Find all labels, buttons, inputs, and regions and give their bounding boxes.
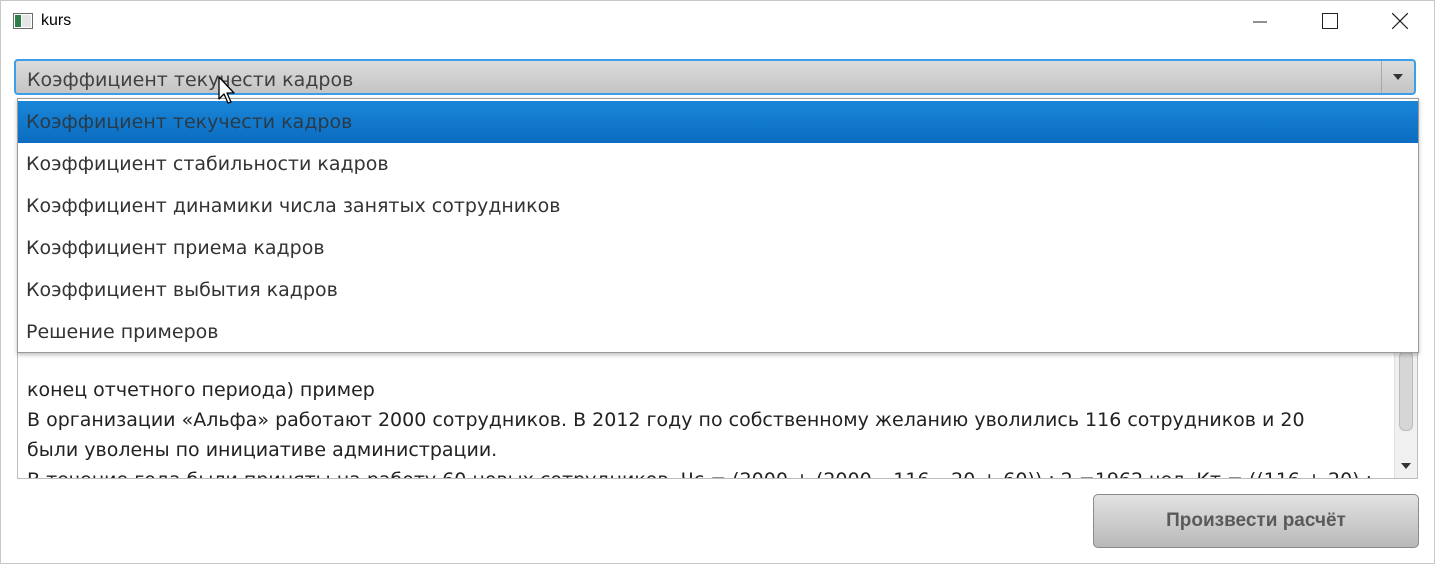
vertical-scrollbar[interactable] <box>1394 341 1417 478</box>
mouse-cursor-icon <box>218 76 238 110</box>
scroll-down-icon[interactable] <box>1401 454 1411 473</box>
dropdown-option[interactable]: Коэффициент стабильности кадров <box>18 143 1418 185</box>
app-icon <box>13 13 33 29</box>
maximize-icon <box>1322 13 1338 33</box>
combobox-selected-value: Коэффициент текучести кадров <box>27 69 354 91</box>
dropdown-option[interactable]: Коэффициент приема кадров <box>18 227 1418 269</box>
dropdown-option[interactable]: Коэффициент динамики числа занятых сотру… <box>18 185 1418 227</box>
textarea-line: В организации «Альфа» работают 2000 сотр… <box>27 409 1305 431</box>
combobox-arrow-button[interactable] <box>1381 61 1414 93</box>
dropdown-option[interactable]: Коэффициент выбытия кадров <box>18 269 1418 311</box>
dropdown-option[interactable]: Решение примеров <box>18 311 1418 353</box>
textarea-line: были уволены по инициативе администрации… <box>27 439 498 461</box>
minimize-icon <box>1253 14 1267 33</box>
close-icon <box>1391 12 1409 33</box>
title-bar: kurs <box>0 0 1435 46</box>
minimize-button[interactable] <box>1225 0 1295 46</box>
maximize-button[interactable] <box>1295 0 1365 46</box>
window-title: kurs <box>41 12 72 29</box>
textarea-content: конец отчетного периода) пример В органи… <box>27 345 1387 478</box>
scrollbar-thumb[interactable] <box>1399 351 1413 431</box>
close-button[interactable] <box>1365 0 1435 46</box>
calculate-button[interactable]: Произвести расчёт <box>1093 494 1419 548</box>
textarea-line: В течение года были приняты на работу 60… <box>27 465 1387 478</box>
combobox-dropdown-list: Коэффициент текучести кадров Коэффициент… <box>17 98 1419 353</box>
textarea-line: конец отчетного периода) пример <box>27 379 375 401</box>
result-textarea[interactable]: конец отчетного периода) пример В органи… <box>17 340 1418 479</box>
